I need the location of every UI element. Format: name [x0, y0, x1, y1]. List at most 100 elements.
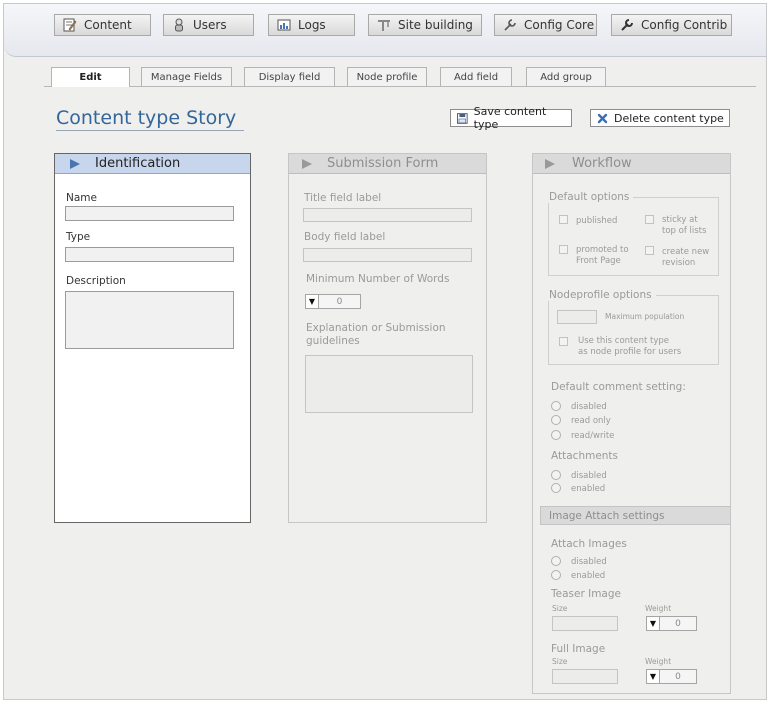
- description-label: Description: [66, 275, 126, 287]
- identification-header[interactable]: Identification: [55, 154, 250, 174]
- save-content-type-button[interactable]: Save content type: [450, 105, 572, 131]
- submission-form-header[interactable]: Submission Form: [289, 154, 486, 174]
- nav-site-building-button[interactable]: Site building: [368, 14, 482, 36]
- teaser-weight-stepper[interactable]: ▼ 0: [646, 616, 697, 631]
- dropdown-arrow-icon[interactable]: ▼: [306, 295, 319, 308]
- comment-read-write-radio[interactable]: [551, 430, 561, 440]
- promoted-label-line2: Front Page: [576, 256, 621, 266]
- revision-label-line2: revision: [662, 258, 696, 268]
- guidelines-textarea[interactable]: [305, 355, 473, 413]
- identification-panel: Identification Name Type Description: [54, 153, 251, 523]
- attach-images-disabled-label: disabled: [571, 557, 607, 567]
- title-field-label: Title field label: [304, 192, 382, 204]
- nav-config-core-button[interactable]: Config Core: [494, 14, 597, 36]
- sticky-checkbox[interactable]: [645, 215, 654, 224]
- title-field-input[interactable]: [303, 208, 472, 222]
- attachments-enabled-radio[interactable]: [551, 483, 561, 493]
- triangle-right-icon: [302, 158, 312, 169]
- max-population-input[interactable]: [557, 310, 597, 324]
- tab-edit[interactable]: Edit: [51, 67, 130, 87]
- comment-read-write-label: read/write: [571, 431, 615, 441]
- workflow-header[interactable]: Workflow: [533, 154, 730, 174]
- tab-node-profile[interactable]: Node profile: [347, 67, 427, 86]
- page-title: Content type Story: [56, 106, 245, 131]
- submission-form-title: Submission Form: [327, 156, 439, 171]
- comment-read-only-radio[interactable]: [551, 415, 561, 425]
- tab-divider: [44, 86, 756, 87]
- published-checkbox[interactable]: [559, 215, 568, 224]
- nav-logs-button[interactable]: Logs: [268, 14, 355, 36]
- nav-users-label: Users: [193, 18, 227, 32]
- teaser-image-heading: Teaser Image: [551, 588, 621, 600]
- body-field-input[interactable]: [303, 248, 472, 262]
- app-window: Content Users Logs Site building Config …: [3, 3, 767, 700]
- max-population-label: Maximum population: [605, 312, 685, 321]
- attachments-disabled-radio[interactable]: [551, 470, 561, 480]
- attach-images-enabled-label: enabled: [571, 571, 606, 581]
- nav-content-button[interactable]: Content: [54, 14, 151, 36]
- full-size-label: Size: [552, 657, 568, 666]
- revision-checkbox[interactable]: [645, 246, 654, 255]
- save-disk-icon: [457, 112, 468, 124]
- identification-title: Identification: [95, 156, 181, 171]
- sticky-label-line1: sticky at: [662, 215, 698, 225]
- nav-logs-label: Logs: [298, 18, 326, 32]
- workflow-title: Workflow: [572, 156, 632, 171]
- tab-manage-fields[interactable]: Manage Fields: [141, 67, 232, 86]
- tab-display-field[interactable]: Display field: [244, 67, 335, 86]
- min-words-label: Minimum Number of Words: [306, 273, 450, 285]
- triangle-right-icon: [545, 158, 555, 169]
- full-weight-value: 0: [675, 671, 681, 682]
- tab-add-field[interactable]: Add field: [440, 67, 512, 86]
- sticky-label-line2: top of lists: [662, 226, 707, 236]
- guidelines-label-line2: guidelines: [306, 335, 360, 347]
- guidelines-label-line1: Explanation or Submission: [306, 322, 446, 334]
- crane-icon: [378, 20, 390, 31]
- delete-button-label: Delete content type: [614, 111, 724, 125]
- triangle-right-icon: [70, 158, 80, 169]
- published-label: published: [576, 216, 618, 226]
- use-nodeprofile-checkbox[interactable]: [559, 337, 568, 346]
- comment-disabled-radio[interactable]: [551, 401, 561, 411]
- promoted-label-line1: promoted to: [576, 245, 629, 255]
- teaser-size-input[interactable]: [552, 616, 618, 631]
- description-textarea[interactable]: [65, 291, 234, 349]
- promoted-checkbox[interactable]: [559, 245, 568, 254]
- delete-content-type-button[interactable]: Delete content type: [590, 109, 730, 127]
- type-label: Type: [66, 231, 91, 243]
- full-image-heading: Full Image: [551, 643, 606, 655]
- min-words-value: 0: [336, 296, 343, 307]
- nav-users-button[interactable]: Users: [163, 14, 254, 36]
- nav-config-contrib-button[interactable]: Config Contrib: [611, 14, 732, 36]
- top-nav-bar: Content Users Logs Site building Config …: [4, 4, 766, 57]
- min-words-stepper[interactable]: ▼ 0: [305, 294, 361, 309]
- teaser-weight-value: 0: [675, 618, 681, 629]
- use-nodeprofile-label-line1: Use this content type: [578, 336, 670, 346]
- tab-add-group[interactable]: Add group: [526, 67, 606, 86]
- delete-x-icon: [597, 113, 608, 123]
- dropdown-arrow-icon[interactable]: ▼: [647, 670, 660, 683]
- wrench-icon: [621, 19, 633, 31]
- user-icon: [175, 18, 183, 32]
- attachments-enabled-label: enabled: [571, 484, 606, 494]
- full-size-input[interactable]: [552, 669, 618, 684]
- full-weight-stepper[interactable]: ▼ 0: [646, 669, 697, 684]
- save-button-label: Save content type: [473, 105, 547, 131]
- image-attach-settings-header[interactable]: Image Attach settings: [540, 506, 731, 525]
- comment-read-only-label: read only: [571, 416, 611, 426]
- nav-config-contrib-label: Config Contrib: [641, 18, 728, 32]
- attach-images-enabled-radio[interactable]: [551, 570, 561, 580]
- type-input[interactable]: [65, 247, 234, 262]
- nodeprofile-options-legend: Nodeprofile options: [545, 289, 656, 301]
- attach-images-disabled-radio[interactable]: [551, 556, 561, 566]
- workflow-panel: Workflow Default options published stick…: [532, 153, 731, 694]
- edit-document-icon: [63, 18, 77, 32]
- attach-images-heading: Attach Images: [551, 538, 627, 550]
- revision-label-line1: create new: [662, 247, 710, 257]
- attachments-disabled-label: disabled: [571, 471, 607, 481]
- name-label: Name: [66, 192, 97, 204]
- dropdown-arrow-icon[interactable]: ▼: [647, 617, 660, 630]
- name-input[interactable]: [65, 206, 234, 221]
- attachments-heading: Attachments: [551, 450, 619, 462]
- chart-icon: [277, 19, 291, 31]
